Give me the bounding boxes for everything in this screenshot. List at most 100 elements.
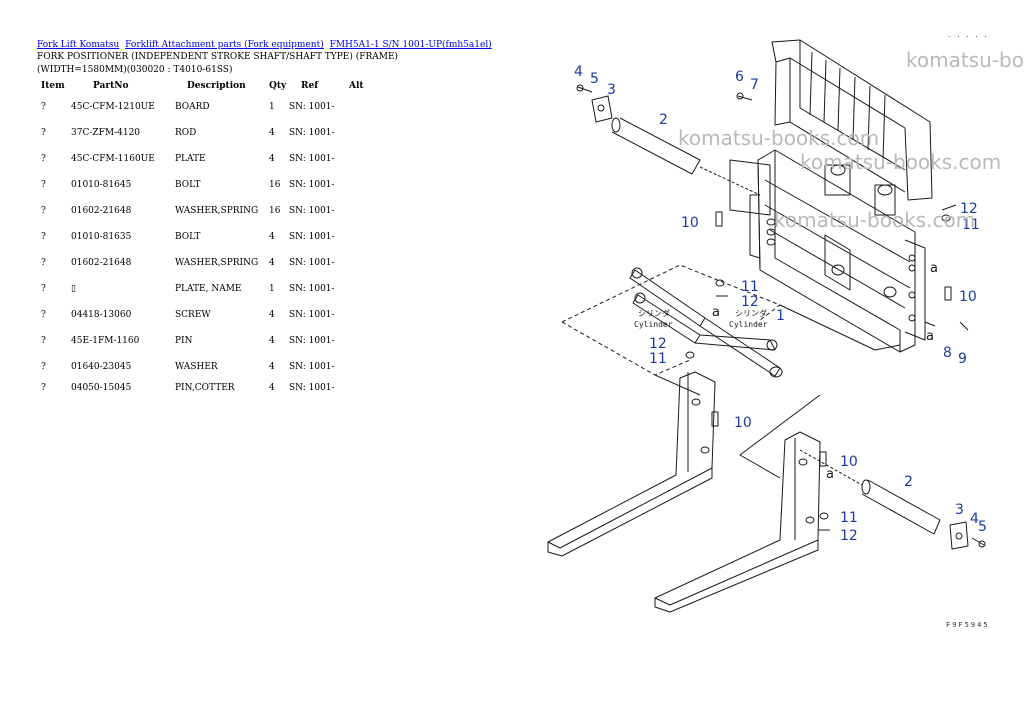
breadcrumb-link-model[interactable]: FMH5A1-1 S/N 1001-UP(fmh5a1el) [330,40,492,50]
callout-12-c: 12 [649,336,667,352]
cell-partno: 37C-ZFM-4120 [71,128,141,138]
callout-2-bottom: 2 [904,474,913,490]
cell-item: ? [41,362,46,372]
cell-alt [349,380,379,396]
cell-partno: 45C-CFM-1160UE [71,154,155,164]
cell-item: ? [41,180,46,190]
cell-qty: 4 [269,310,275,320]
cell-description: WASHER,SPRING [175,258,259,268]
fork-right-drawing [654,431,821,613]
marker-a-1: a [930,261,938,276]
cell-qty: 4 [269,362,275,372]
cell-description: PLATE [175,154,206,164]
exploded-parts-diagram: 4 5 3 2 6 7 10 12 11 11 12 1 10 8 9 12 1… [547,39,987,613]
cell-description: ROD [175,128,197,138]
fork-left-drawing [547,371,716,557]
cell-item: ? [41,284,46,294]
breadcrumb-link-brand[interactable]: Fork Lift Komatsu [37,40,119,50]
cell-alt [349,354,379,380]
cell-partno: 45E-1FM-1160 [71,336,140,346]
cylinder-label-en-right: Cylinder [729,320,768,329]
table-row: ? 01602-21648 WASHER,SPRING 4 SN: 1001- [37,250,379,276]
cell-qty: 1 [269,284,275,294]
cell-ref: SN: 1001- [289,128,335,138]
cell-qty: 4 [269,383,275,393]
callout-11-d: 11 [840,510,858,526]
cell-description: SCREW [175,310,211,320]
table-row: ? 04050-15045 PIN,COTTER 4 SN: 1001- [37,380,379,396]
cell-partno: 01602-21648 [71,258,132,268]
callout-7: 7 [750,77,759,93]
cell-partno: 04050-15045 [71,383,132,393]
cell-description: PIN [175,336,193,346]
breadcrumb: Fork Lift Komatsu Forklift Attachment pa… [37,40,495,50]
cylinder-label-jp-right: シリンダ [735,308,767,318]
table-row: ? 45C-CFM-1210UE BOARD 1 SN: 1001- [37,94,379,120]
cell-item: ? [41,128,46,138]
callout-8: 8 [943,345,952,361]
cell-alt [349,302,379,328]
callout-3-top: 3 [607,82,616,98]
cell-ref: SN: 1001- [289,310,335,320]
callout-4-top: 4 [574,64,583,80]
callout-10-b: 10 [959,289,977,305]
table-row: ? 04418-13060 SCREW 4 SN: 1001- [37,302,379,328]
callout-6: 6 [735,69,744,85]
table-row: ? 01010-81645 BOLT 16 SN: 1001- [37,172,379,198]
cell-item: ? [41,258,46,268]
page-title: FORK POSITIONER (INDEPENDENT STROKE SHAF… [37,52,399,62]
cell-alt [349,276,379,302]
table-row: ? 01010-81635 BOLT 4 SN: 1001- [37,224,379,250]
column-header-ref: Ref [301,81,319,91]
column-header-alt: Alt [349,81,364,91]
cell-partno: ▯ [71,284,76,294]
cylinder-label-en-left: Cylinder [634,320,673,329]
rod-bottom-drawing [799,449,941,535]
cell-description: WASHER [175,362,218,372]
cell-ref: SN: 1001- [289,180,335,190]
cell-item: ? [41,232,46,242]
cell-qty: 4 [269,128,275,138]
cell-alt [349,328,379,354]
cell-qty: 4 [269,336,275,346]
callout-10-a: 10 [681,215,699,231]
column-header-partno: PartNo [93,81,129,91]
cell-qty: 4 [269,232,275,242]
cell-description: BOLT [175,180,201,190]
cell-alt [349,94,379,120]
callout-11-a: 11 [962,217,980,233]
cell-item: ? [41,310,46,320]
callout-5-top: 5 [590,71,599,87]
cell-partno: 04418-13060 [71,310,132,320]
marker-a-4: a [826,467,834,482]
column-header-item: Item [41,81,65,91]
cell-item: ? [41,336,46,346]
parts-table-body: ? 45C-CFM-1210UE BOARD 1 SN: 1001-? 37C-ZFM-4… [37,94,379,396]
cylinder-label-jp-left: シリンダ [638,308,670,318]
table-row: ? ▯ PLATE, NAME 1 SN: 1001- [37,276,379,302]
figure-code: F9F5945 [946,621,990,629]
cell-qty: 4 [269,154,275,164]
cell-partno: 01010-81635 [71,232,132,242]
table-header-row: Item PartNo Description Qty Ref Alt [37,78,379,94]
cell-description: PIN,COTTER [175,383,235,393]
marker-a-2: a [926,329,934,344]
callout-11-b: 11 [741,279,759,295]
table-row: ? 01602-21648 WASHER,SPRING 16 SN: 1001- [37,198,379,224]
breadcrumb-link-category[interactable]: Forklift Attachment parts (Fork equipmen… [125,40,324,50]
callout-12-d: 12 [840,528,858,544]
cell-alt [349,146,379,172]
rod-top-drawing [611,117,761,196]
cell-alt [349,224,379,250]
cell-partno: 01010-81645 [71,180,132,190]
cell-description: BOARD [175,102,210,112]
cell-ref: SN: 1001- [289,232,335,242]
table-row: ? 45E-1FM-1160 PIN 4 SN: 1001- [37,328,379,354]
callout-11-c: 11 [649,351,667,367]
cell-ref: SN: 1001- [289,154,335,164]
column-header-qty: Qty [269,81,287,91]
cell-ref: SN: 1001- [289,336,335,346]
cell-description: WASHER,SPRING [175,206,259,216]
cell-partno: 01640-23045 [71,362,132,372]
cell-description: BOLT [175,232,201,242]
